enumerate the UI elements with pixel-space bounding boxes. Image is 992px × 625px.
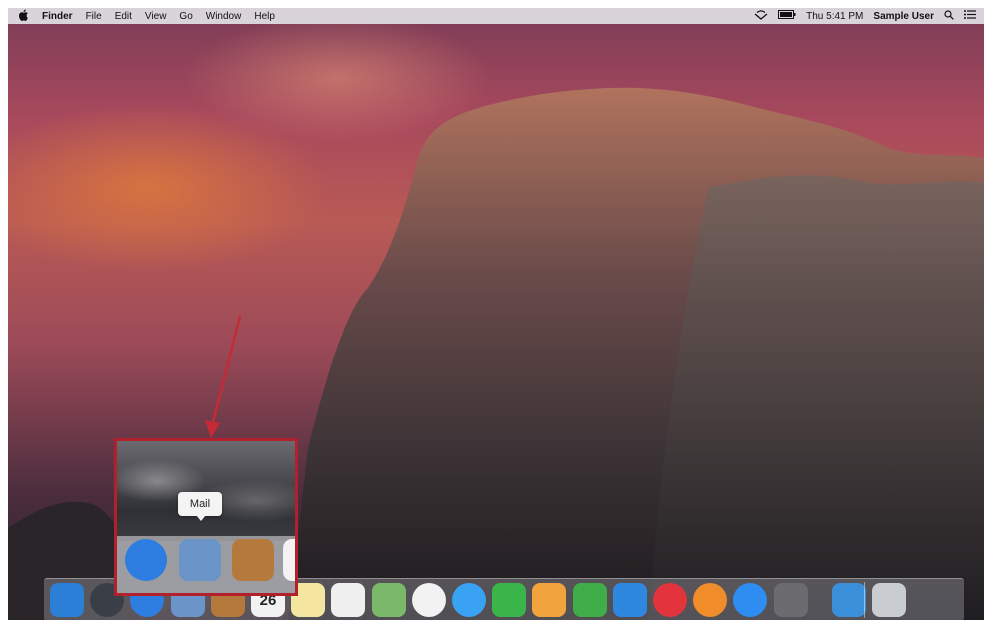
photos-icon[interactable]	[411, 583, 446, 617]
menu-help[interactable]: Help	[254, 11, 275, 22]
trash-icon[interactable]	[872, 583, 906, 617]
menu-view[interactable]: View	[145, 11, 167, 22]
dock-tooltip: Mail	[178, 492, 222, 521]
callout-mail-icon[interactable]	[179, 539, 221, 581]
callout-safari-icon[interactable]	[125, 539, 167, 581]
facetime-icon[interactable]	[492, 583, 527, 617]
messages-icon[interactable]	[452, 583, 486, 617]
zoom-callout: Mail 2	[114, 438, 298, 596]
downloads-folder-icon[interactable]	[831, 583, 866, 617]
callout-contacts-icon[interactable]	[232, 539, 274, 581]
menu-window[interactable]: Window	[206, 11, 242, 22]
user-name[interactable]: Sample User	[873, 11, 934, 22]
maps-icon[interactable]	[371, 583, 406, 617]
callout-background	[117, 441, 295, 541]
finder-icon[interactable]	[50, 583, 84, 617]
menu-edit[interactable]: Edit	[115, 11, 132, 22]
desktop-screen: Finder File Edit View Go Window Help Thu…	[8, 8, 984, 620]
keynote-icon[interactable]	[612, 583, 647, 617]
ibooks-icon[interactable]	[693, 583, 728, 617]
itunes-icon[interactable]	[653, 583, 687, 617]
app-name-menu[interactable]: Finder	[42, 11, 73, 22]
wifi-icon[interactable]	[754, 9, 768, 23]
spotlight-icon[interactable]	[944, 9, 954, 23]
battery-icon[interactable]	[778, 10, 796, 22]
apple-icon[interactable]	[18, 9, 29, 24]
menu-go[interactable]: Go	[179, 11, 192, 22]
pages-icon[interactable]	[532, 583, 567, 617]
notification-center-icon[interactable]	[964, 10, 976, 22]
menu-bar: Finder File Edit View Go Window Help Thu…	[8, 8, 984, 24]
system-preferences-icon[interactable]	[773, 583, 808, 617]
callout-calendar-icon[interactable]: 2	[283, 539, 295, 581]
dock-separator	[864, 582, 865, 618]
menu-file[interactable]: File	[86, 11, 102, 22]
clock[interactable]: Thu 5:41 PM	[806, 11, 863, 22]
reminders-icon[interactable]	[331, 583, 366, 617]
numbers-icon[interactable]	[572, 583, 607, 617]
